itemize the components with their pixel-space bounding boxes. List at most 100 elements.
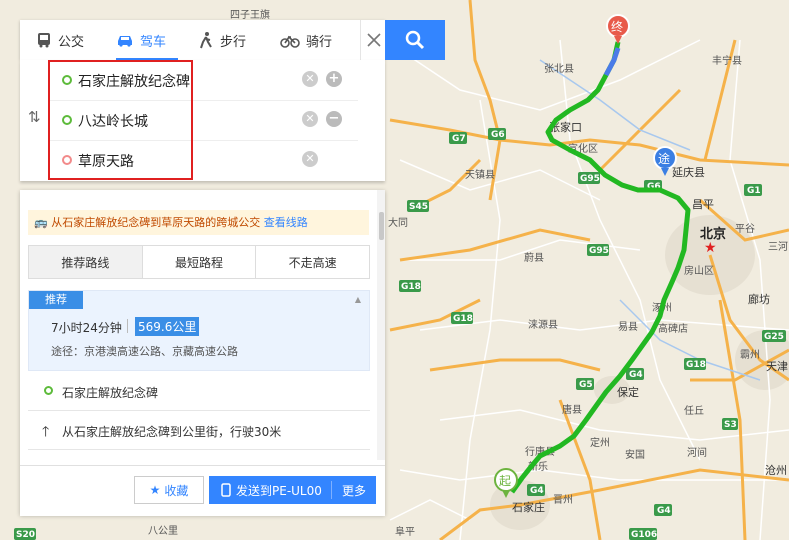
svg-text:G6: G6	[491, 130, 505, 140]
straight-arrow-icon: 🡑	[42, 424, 50, 440]
route-results-panel: 🚌 从石家庄解放纪念碑到草原天路的跨城公交 查看线路 推荐路线 最短路程 不走高…	[20, 190, 385, 516]
send-label: 发送到PE-UL00	[236, 483, 322, 498]
more-button[interactable]: 更多	[331, 481, 366, 499]
close-button[interactable]	[360, 20, 386, 60]
tab-walk-label: 步行	[220, 34, 247, 50]
clear-end-icon[interactable]: ✕	[302, 151, 318, 167]
divider	[127, 319, 128, 333]
tab-bike-label: 骑行	[306, 34, 333, 50]
place-label: 天镇县	[465, 168, 495, 181]
walk-icon	[200, 32, 212, 49]
notice-text: 从石家庄解放纪念碑到草原天路的跨城公交	[51, 216, 261, 229]
remove-waypoint-icon[interactable]: −	[326, 111, 342, 127]
city-label-yanqing: 延庆县	[672, 165, 705, 179]
svg-text:S20: S20	[16, 530, 35, 540]
city-label-langfang: 廊坊	[748, 292, 770, 306]
bus-notice-icon: 🚌	[34, 216, 48, 229]
tab-drive-label: 驾车	[140, 34, 167, 50]
collapse-icon[interactable]: ▲	[355, 295, 361, 304]
svg-text:起: 起	[499, 474, 511, 488]
via-input-row[interactable]: 八达岭长城 ✕ −	[50, 100, 358, 141]
svg-text:G1: G1	[747, 186, 761, 196]
swap-icon[interactable]: ⇅	[28, 108, 41, 126]
svg-text:G95: G95	[589, 246, 609, 256]
svg-text:G18: G18	[401, 282, 421, 292]
start-dot-icon	[44, 386, 53, 395]
route-distance: 569.6公里	[135, 317, 200, 336]
city-label-changping: 昌平	[692, 198, 714, 211]
city-label-tianjin: 天津	[766, 360, 788, 373]
capital-star-icon: ★	[704, 240, 717, 256]
place-label: 房山区	[684, 264, 714, 277]
favorite-button[interactable]: ★ 收藏	[134, 476, 204, 504]
clear-start-icon[interactable]: ✕	[302, 71, 318, 87]
route-duration: 7小时24分钟	[51, 321, 122, 335]
place-label: 八公里	[148, 525, 178, 537]
tab-walk[interactable]: 步行	[198, 20, 258, 60]
search-button[interactable]	[385, 20, 445, 60]
start-input[interactable]: 石家庄解放纪念碑	[78, 71, 190, 91]
tab-bike[interactable]: 骑行	[280, 20, 340, 60]
place-label: 定州	[590, 436, 610, 449]
place-label: 张北县	[544, 63, 574, 75]
place-label: 三河	[768, 241, 788, 253]
phone-icon	[221, 483, 231, 497]
close-icon	[366, 33, 381, 47]
place-label: 唐县	[562, 403, 582, 416]
place-label: 晋州	[553, 494, 573, 506]
search-icon	[405, 30, 425, 50]
step-text: 石家庄解放纪念碑	[62, 386, 159, 400]
end-dot-icon	[62, 155, 72, 165]
route-plan-card[interactable]: 推荐 ▲ 7小时24分钟 569.6公里 途径：京港澳高速公路、京藏高速公路	[28, 290, 370, 371]
view-route-link[interactable]: 查看线路	[264, 216, 308, 229]
place-label: 平谷	[735, 223, 755, 235]
travel-mode-bar: 公交 驾车 步行 骑行	[20, 20, 385, 60]
start-input-row[interactable]: 石家庄解放纪念碑 ✕ +	[50, 60, 358, 101]
route-preference-tabs: 推荐路线 最短路程 不走高速	[28, 245, 370, 279]
star-icon: ★	[149, 483, 161, 497]
scrollbar-thumb[interactable]	[379, 212, 384, 240]
place-label: 丰宁县	[712, 54, 742, 67]
place-label: 安国	[625, 448, 645, 461]
city-label-baoding: 保定	[617, 385, 639, 399]
via-dot-icon	[62, 115, 72, 125]
place-label: 涞源县	[528, 318, 558, 331]
tab-recommended[interactable]: 推荐路线	[29, 246, 142, 278]
place-label: 河间	[687, 446, 707, 459]
send-to-phone-button[interactable]: 发送到PE-UL00 更多	[209, 476, 376, 504]
clear-via-icon[interactable]: ✕	[302, 111, 318, 127]
step-item[interactable]: 石家庄解放纪念碑	[28, 372, 370, 411]
svg-text:G7: G7	[452, 134, 466, 144]
svg-text:途: 途	[658, 151, 670, 166]
svg-text:G5: G5	[579, 380, 593, 390]
tab-shortest[interactable]: 最短路程	[141, 246, 256, 278]
svg-text:G95: G95	[580, 174, 600, 184]
svg-text:G4: G4	[629, 370, 643, 380]
tab-drive[interactable]: 驾车	[116, 20, 178, 60]
start-dot-icon	[62, 75, 72, 85]
place-label: 阜平	[395, 525, 415, 538]
via-roads: 途径：京港澳高速公路、京藏高速公路	[51, 345, 238, 358]
place-label: 任丘	[684, 404, 704, 417]
svg-text:G4: G4	[657, 506, 671, 516]
end-input-row[interactable]: 草原天路 ✕	[50, 140, 358, 180]
end-input[interactable]: 草原天路	[78, 151, 134, 171]
svg-text:G18: G18	[453, 314, 473, 324]
tab-bus[interactable]: 公交	[36, 20, 96, 60]
place-label: 高碑店	[658, 322, 688, 335]
place-label: 蔚县	[524, 252, 544, 264]
via-input[interactable]: 八达岭长城	[78, 111, 148, 131]
place-label: 易县	[618, 321, 638, 333]
recommended-badge: 推荐	[29, 291, 83, 309]
city-label-cangzhou: 沧州	[765, 463, 787, 477]
svg-text:S3: S3	[724, 420, 737, 430]
svg-text:G25: G25	[764, 332, 784, 342]
add-waypoint-icon[interactable]: +	[326, 71, 342, 87]
svg-text:G4: G4	[530, 486, 544, 496]
car-icon	[118, 36, 132, 47]
step-item[interactable]: 🡑 从石家庄解放纪念碑到公里街，行驶30米	[28, 411, 370, 450]
bus-icon	[38, 33, 50, 48]
tab-no-highway[interactable]: 不走高速	[255, 246, 369, 278]
tab-bus-label: 公交	[58, 34, 85, 50]
svg-text:S45: S45	[409, 202, 428, 212]
